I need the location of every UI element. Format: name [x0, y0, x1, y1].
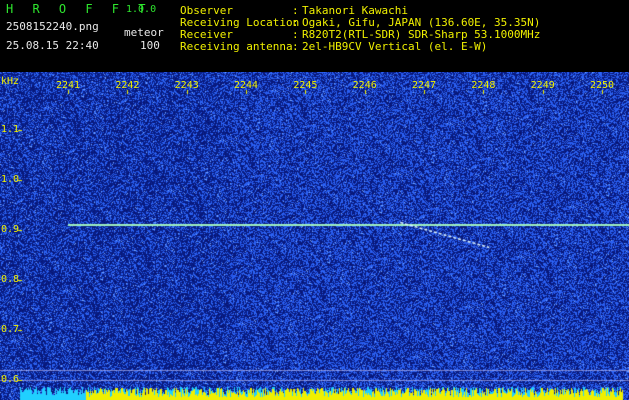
- y-tick-label: 0.7: [1, 324, 20, 335]
- x-tick-label: 2250: [590, 80, 615, 91]
- y-axis-unit-label: kHz: [1, 76, 20, 87]
- y-tick-label: 1.1: [1, 124, 20, 135]
- file-name: 2508152240.png: [6, 20, 99, 33]
- mode-value: 100: [140, 39, 160, 52]
- capture-datetime: 25.08.15 22:40: [6, 39, 99, 52]
- app-version: 1.0.0: [126, 4, 157, 15]
- info-sep: :: [292, 40, 299, 53]
- x-tick-label: 2243: [174, 80, 199, 91]
- y-tick-label: 0.8: [1, 274, 20, 285]
- x-tick-label: 2245: [293, 80, 318, 91]
- x-tick-label: 2248: [471, 80, 496, 91]
- y-tick-label: 0.9: [1, 224, 20, 235]
- spectrogram-canvas: [0, 72, 629, 400]
- info-value-antenna: 2el-HB9CV Vertical (el. E-W): [302, 40, 488, 53]
- header-panel: H R O F F T 1.0.0 2508152240.png 25.08.1…: [0, 0, 629, 72]
- y-tick-label: 1.0: [1, 174, 20, 185]
- info-key-antenna: Receiving antenna: [180, 40, 293, 53]
- x-tick-label: 2246: [352, 80, 377, 91]
- x-tick-label: 2249: [530, 80, 555, 91]
- y-tick-label: 0.6: [1, 374, 20, 385]
- x-tick-label: 2242: [115, 80, 140, 91]
- x-tick-label: 2247: [412, 80, 437, 91]
- x-tick-label: 2244: [234, 80, 259, 91]
- x-tick-label: 2241: [56, 80, 81, 91]
- mode-label: meteor: [124, 26, 164, 39]
